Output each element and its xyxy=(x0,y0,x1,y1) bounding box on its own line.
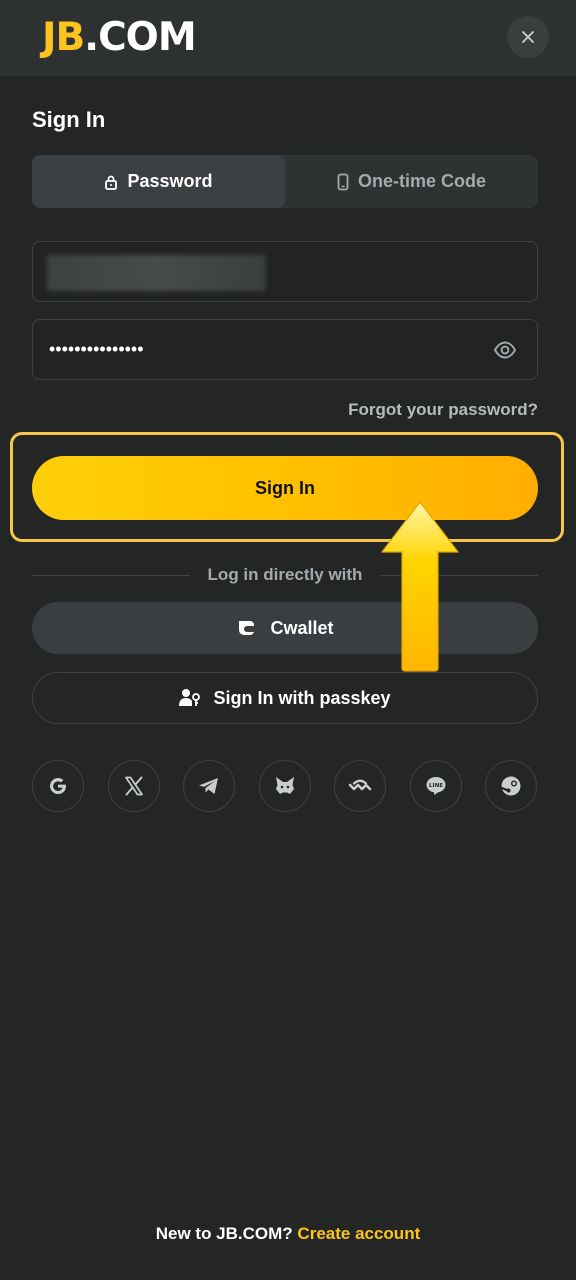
sign-in-button[interactable]: Sign In xyxy=(32,456,538,520)
redacted-account-value xyxy=(47,255,266,291)
close-icon xyxy=(522,31,534,43)
account-field[interactable] xyxy=(32,241,538,302)
login-method-tabs: Password One-time Code xyxy=(32,155,538,208)
divider: Log in directly with xyxy=(32,565,538,585)
tab-one-time-code[interactable]: One-time Code xyxy=(285,155,538,208)
cwallet-label: Cwallet xyxy=(270,617,334,638)
social-login-row: LINE xyxy=(32,760,538,814)
tab-password-label: Password xyxy=(127,171,213,191)
passkey-button[interactable]: Sign In with passkey xyxy=(32,672,538,724)
cwallet-icon xyxy=(239,621,255,635)
passkey-label: Sign In with passkey xyxy=(213,687,391,708)
footer: New to JB.COM? Create account xyxy=(0,1224,576,1244)
walletconnect-login-button[interactable] xyxy=(334,760,386,812)
tab-one-time-code-label: One-time Code xyxy=(357,171,486,191)
footer-question: New to JB.COM? xyxy=(155,1224,293,1243)
page-title: Sign In xyxy=(32,107,106,132)
password-input[interactable] xyxy=(49,320,469,379)
line-icon: LINE xyxy=(426,777,446,795)
logo: JB.COM xyxy=(42,15,197,60)
steam-icon xyxy=(500,776,521,796)
phone-icon xyxy=(337,173,349,190)
eye-icon[interactable] xyxy=(493,338,517,362)
telegram-login-button[interactable] xyxy=(183,760,235,812)
x-icon xyxy=(125,776,143,796)
google-login-button[interactable] xyxy=(32,760,84,812)
line-login-button[interactable]: LINE xyxy=(410,760,462,812)
divider-label: Log in directly with xyxy=(207,565,363,584)
cwallet-button[interactable]: Cwallet xyxy=(32,602,538,654)
walletconnect-icon xyxy=(348,779,372,791)
google-icon xyxy=(49,778,66,794)
x-login-button[interactable] xyxy=(108,760,160,812)
metamask-icon xyxy=(276,777,294,794)
metamask-login-button[interactable] xyxy=(259,760,311,812)
tab-password[interactable]: Password xyxy=(32,155,285,208)
tutorial-arrow xyxy=(381,501,459,672)
lock-icon xyxy=(105,175,118,190)
forgot-password-link[interactable]: Forgot your password? xyxy=(348,400,538,420)
create-account-link[interactable]: Create account xyxy=(297,1224,420,1243)
close-button[interactable] xyxy=(507,16,549,58)
svg-text:LINE: LINE xyxy=(429,783,443,789)
divider-line-left xyxy=(32,574,190,576)
steam-login-button[interactable] xyxy=(485,760,537,812)
top-bar: JB.COM xyxy=(0,0,576,76)
telegram-icon xyxy=(199,778,218,794)
passkey-icon xyxy=(179,689,201,706)
password-field[interactable] xyxy=(32,319,538,380)
